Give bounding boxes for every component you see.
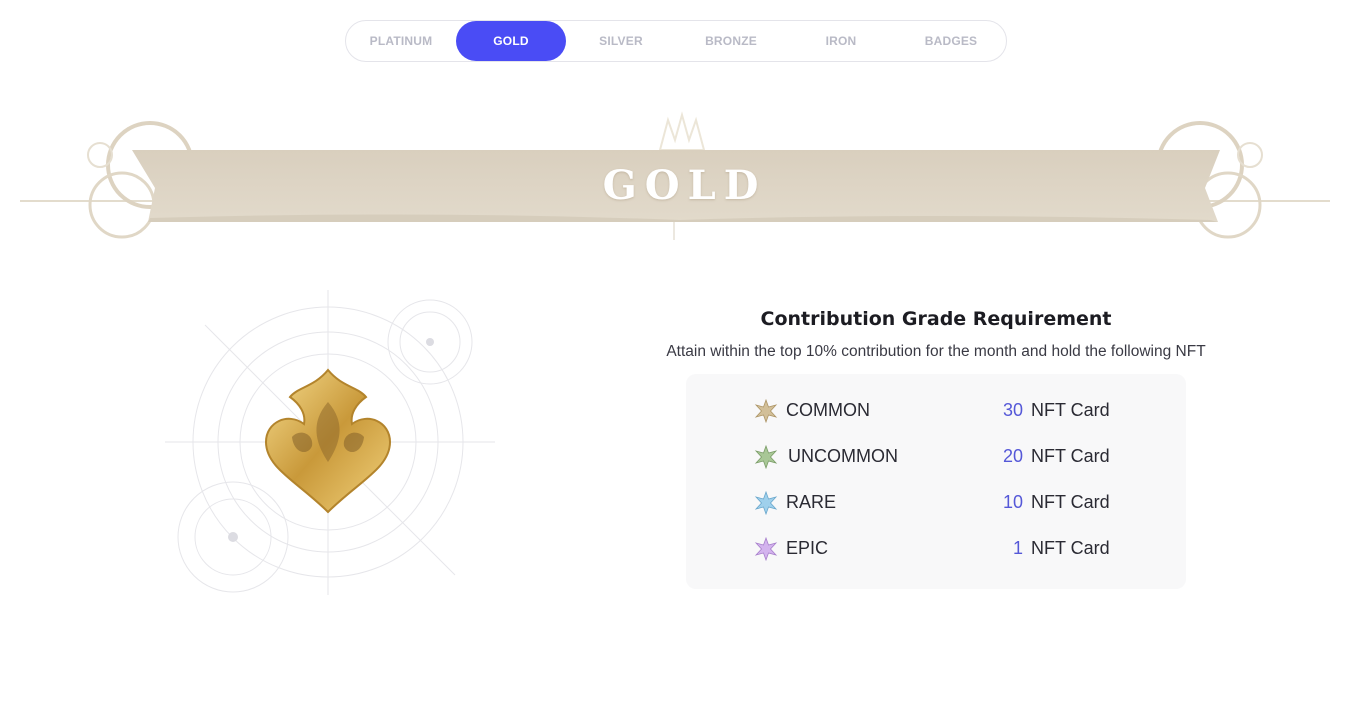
gold-emblem-icon [165, 290, 495, 595]
grade-count: 30 [1002, 400, 1023, 420]
requirement-title: Contribution Grade Requirement [760, 308, 1112, 330]
tab-platinum[interactable]: PLATINUM [346, 21, 456, 61]
banner-title: GOLD [602, 162, 767, 209]
tab-iron[interactable]: IRON [786, 21, 896, 61]
tab-bronze[interactable]: BRONZE [676, 21, 786, 61]
grade-unit: NFT Card [1031, 492, 1110, 512]
grade-name: EPIC [786, 538, 829, 558]
common-gem-icon [754, 399, 778, 423]
grade-name: COMMON [786, 400, 870, 420]
requirement-subtitle: Attain within the top 10% contribution f… [666, 343, 1206, 360]
grade-unit: NFT Card [1031, 538, 1110, 558]
grade-count: 1 [1012, 538, 1023, 558]
tab-silver[interactable]: SILVER [566, 21, 676, 61]
rare-gem-icon [754, 491, 778, 515]
grade-count: 10 [1002, 492, 1023, 512]
grade-name: RARE [786, 492, 837, 512]
grade-unit: NFT Card [1031, 446, 1110, 466]
tab-badges[interactable]: BADGES [896, 21, 1006, 61]
list-item: COMMON 30 NFT Card [686, 396, 1186, 426]
grade-unit: NFT Card [1031, 400, 1110, 420]
list-item: EPIC 1 NFT Card [686, 534, 1186, 564]
epic-gem-icon [754, 537, 778, 561]
list-item: RARE 10 NFT Card [686, 488, 1186, 518]
grade-count: 20 [1002, 446, 1023, 466]
tab-gold[interactable]: GOLD [456, 21, 566, 61]
list-item: UNCOMMON 20 NFT Card [686, 442, 1186, 472]
grade-name: UNCOMMON [788, 446, 898, 466]
grade-tabs: PLATINUM GOLD SILVER BRONZE IRON BADGES [345, 20, 1007, 62]
requirement-list: COMMON 30 NFT Card UNCOMMON 20 NFT Card … [686, 374, 1186, 589]
uncommon-gem-icon [754, 445, 778, 469]
